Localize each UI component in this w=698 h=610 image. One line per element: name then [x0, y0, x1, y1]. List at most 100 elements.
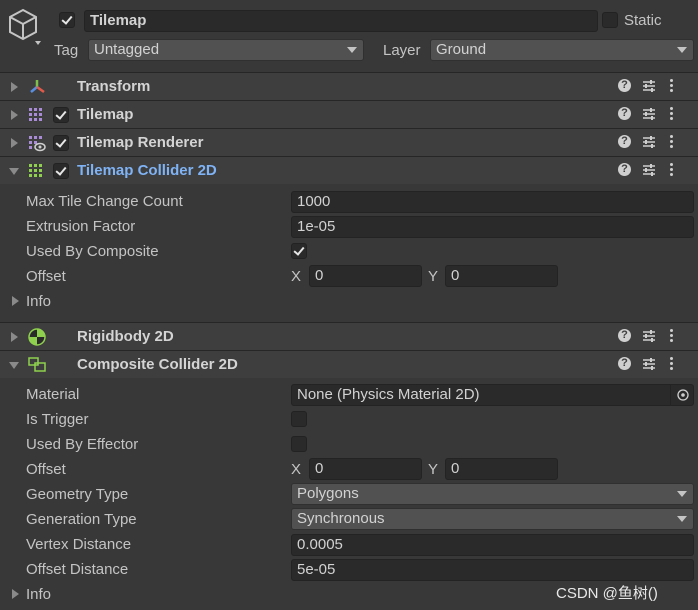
offset-y-field[interactable]: 0: [445, 458, 558, 480]
chevron-down-icon: [677, 491, 687, 497]
is-trigger-checkbox[interactable]: [291, 411, 307, 427]
kebab-menu-icon[interactable]: [669, 78, 673, 94]
info-foldout-arrow-icon[interactable]: [12, 296, 19, 306]
header-actions: ?: [618, 107, 688, 123]
info-foldout-label[interactable]: Info: [26, 293, 51, 310]
help-icon[interactable]: ?: [618, 107, 631, 120]
tag-label: Tag: [54, 42, 79, 59]
active-toggle[interactable]: [59, 12, 75, 28]
name-field[interactable]: Tilemap: [84, 10, 598, 32]
static-checkbox[interactable]: [602, 12, 618, 28]
help-icon[interactable]: ?: [618, 79, 631, 92]
geometry-type-dropdown[interactable]: Polygons: [291, 483, 694, 505]
help-icon[interactable]: ?: [618, 357, 631, 370]
generation-type-label: Generation Type: [26, 511, 137, 528]
grid-eye-icon: [29, 136, 46, 152]
kebab-menu-icon[interactable]: [669, 134, 673, 150]
vertex-distance-label: Vertex Distance: [26, 536, 132, 553]
component-title: Rigidbody 2D: [77, 328, 174, 345]
target-icon: [677, 389, 689, 401]
foldout-arrow-icon[interactable]: [9, 362, 19, 369]
geometry-type-label: Geometry Type: [26, 486, 129, 503]
material-value: None (Physics Material 2D): [297, 386, 480, 403]
chevron-down-icon: [677, 47, 687, 53]
kebab-menu-icon[interactable]: [669, 328, 673, 344]
layer-dropdown[interactable]: Ground: [430, 39, 694, 61]
chevron-down-icon: [677, 516, 687, 522]
used-by-composite-checkbox[interactable]: [291, 243, 307, 259]
inspector-window: { "header": { "name": "Tilemap", "active…: [0, 0, 698, 610]
extrusion-factor-field[interactable]: 1e-05: [291, 216, 694, 238]
kebab-menu-icon[interactable]: [669, 162, 673, 178]
offset-y-label: Y: [428, 461, 439, 478]
component-header-tilemap-collider-2d[interactable]: Tilemap Collider 2D ?: [0, 156, 698, 184]
enabled-checkbox[interactable]: [53, 135, 69, 151]
component-header-rigidbody-2d[interactable]: Rigidbody 2D ?: [0, 322, 698, 350]
offset-distance-field[interactable]: 5e-05: [291, 559, 694, 581]
layer-value: Ground: [436, 41, 487, 58]
transform-axes-icon: [30, 80, 45, 94]
header-actions: ?: [618, 163, 688, 179]
presets-icon[interactable]: [642, 107, 656, 121]
offset-y-field[interactable]: 0: [445, 265, 558, 287]
component-title: Transform: [77, 78, 151, 95]
tag-dropdown[interactable]: Untagged: [88, 39, 364, 61]
header-actions: ?: [618, 79, 688, 95]
offset-x-field[interactable]: 0: [309, 458, 422, 480]
info-foldout-arrow-icon[interactable]: [12, 589, 19, 599]
foldout-arrow-icon[interactable]: [11, 110, 18, 120]
geometry-type-value: Polygons: [297, 485, 359, 502]
offset-x-label: X: [291, 461, 302, 478]
presets-icon[interactable]: [642, 135, 656, 149]
foldout-arrow-icon[interactable]: [11, 138, 18, 148]
info-foldout-label[interactable]: Info: [26, 586, 51, 603]
component-header-composite-collider-2d[interactable]: Composite Collider 2D ?: [0, 350, 698, 378]
component-title: Composite Collider 2D: [77, 356, 238, 373]
presets-icon[interactable]: [642, 163, 656, 177]
layer-label: Layer: [383, 42, 421, 59]
is-trigger-label: Is Trigger: [26, 411, 89, 428]
material-field[interactable]: None (Physics Material 2D): [291, 384, 694, 406]
offset-label: Offset: [26, 268, 66, 285]
vertex-distance-field[interactable]: 0.0005: [291, 534, 694, 556]
component-title: Tilemap Renderer: [77, 134, 204, 151]
composite-collider-icon: [28, 357, 46, 372]
presets-icon[interactable]: [642, 79, 656, 93]
foldout-arrow-icon[interactable]: [11, 332, 18, 342]
presets-icon[interactable]: [642, 329, 656, 343]
component-header-tilemap[interactable]: Tilemap ?: [0, 100, 698, 128]
rigidbody-icon: [28, 328, 46, 346]
header-actions: ?: [618, 329, 688, 345]
enabled-checkbox[interactable]: [53, 107, 69, 123]
generation-type-dropdown[interactable]: Synchronous: [291, 508, 694, 530]
grid-collider-icon: [29, 164, 42, 177]
static-label: Static: [624, 12, 662, 29]
kebab-menu-icon[interactable]: [669, 356, 673, 372]
component-header-transform[interactable]: Transform ?: [0, 72, 698, 100]
kebab-menu-icon[interactable]: [669, 106, 673, 122]
header-actions: ?: [618, 357, 688, 373]
grid-icon: [29, 108, 42, 121]
tag-value: Untagged: [94, 41, 160, 58]
help-icon[interactable]: ?: [618, 329, 631, 342]
component-header-tilemap-renderer[interactable]: Tilemap Renderer ?: [0, 128, 698, 156]
max-tile-change-count-field[interactable]: 1000: [291, 191, 694, 213]
used-by-effector-checkbox[interactable]: [291, 436, 307, 452]
help-icon[interactable]: ?: [618, 135, 631, 148]
object-picker-button[interactable]: [670, 384, 694, 406]
watermark: CSDN @鱼树(﻿﻿﻿): [556, 585, 658, 602]
extrusion-factor-label: Extrusion Factor: [26, 218, 136, 235]
foldout-arrow-icon[interactable]: [11, 82, 18, 92]
component-title: Tilemap: [77, 106, 134, 123]
material-label: Material: [26, 386, 80, 403]
max-tile-change-count-label: Max Tile Change Count: [26, 193, 183, 210]
enabled-checkbox[interactable]: [53, 163, 69, 179]
foldout-arrow-icon[interactable]: [9, 168, 19, 175]
help-icon[interactable]: ?: [618, 163, 631, 176]
offset-x-field[interactable]: 0: [309, 265, 422, 287]
presets-icon[interactable]: [642, 357, 656, 371]
cube-icon: [9, 8, 41, 45]
offset-distance-label: Offset Distance: [26, 561, 129, 578]
offset-label: Offset: [26, 461, 66, 478]
offset-x-label: X: [291, 268, 302, 285]
